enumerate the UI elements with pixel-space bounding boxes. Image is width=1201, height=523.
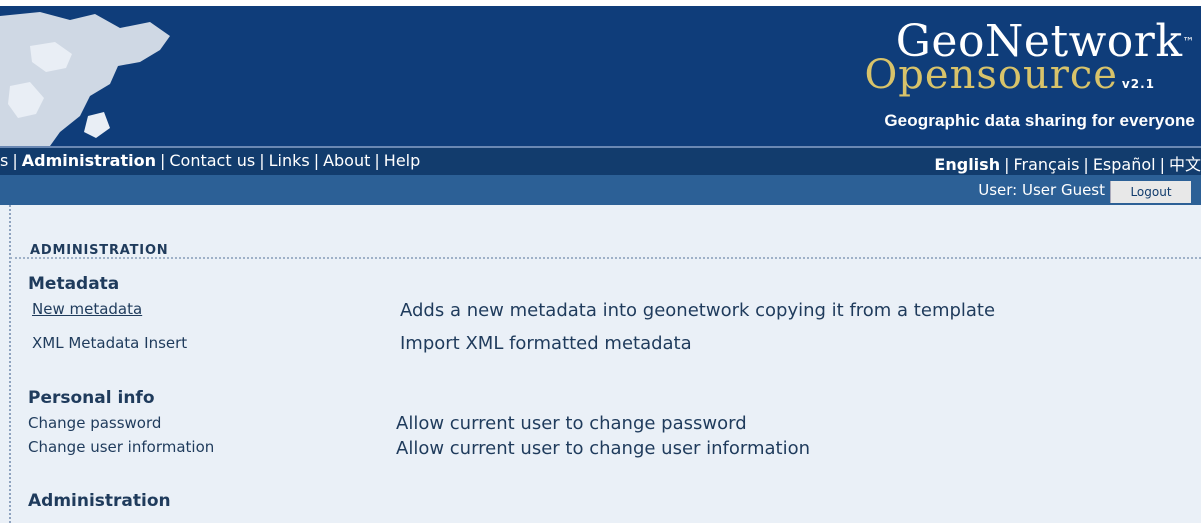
main-content: ADMINISTRATION Metadata New metadata Add… bbox=[0, 205, 1201, 523]
language-chinese[interactable]: 中文 bbox=[1169, 155, 1201, 174]
nav-item-administration[interactable]: Administration bbox=[22, 151, 156, 170]
xml-metadata-insert-description: Import XML formatted metadata bbox=[400, 333, 692, 354]
new-metadata-link[interactable]: New metadata bbox=[32, 300, 142, 318]
change-user-information-link[interactable]: Change user information bbox=[28, 438, 214, 456]
top-navigation: s | Administration | Contact us | Links | About |… bbox=[0, 146, 1201, 175]
nav-item-links[interactable]: Links bbox=[269, 151, 310, 170]
tagline: Geographic data sharing for everyone bbox=[884, 111, 1195, 130]
section-title-administration: Administration bbox=[28, 491, 171, 511]
nav-item-help[interactable]: Help bbox=[384, 151, 420, 170]
horizontal-dotted-divider bbox=[10, 257, 1201, 259]
vertical-dotted-divider bbox=[9, 205, 11, 523]
nav-item-contact-us[interactable]: Contact us bbox=[169, 151, 255, 170]
page-frame: GeoNetwork™ Opensource v2.1 Geographic da… bbox=[0, 0, 1201, 523]
nav-separator: | bbox=[313, 151, 320, 170]
language-separator: | bbox=[1004, 155, 1010, 174]
change-password-link[interactable]: Change password bbox=[28, 414, 161, 432]
nav-separator: | bbox=[259, 151, 265, 170]
nav-separator: | bbox=[159, 151, 166, 170]
language-separator: | bbox=[1083, 155, 1089, 174]
xml-metadata-insert-link[interactable]: XML Metadata Insert bbox=[32, 334, 187, 352]
change-user-information-description: Allow current user to change user inform… bbox=[396, 438, 811, 459]
brand-sub: Opensource v2.1 bbox=[865, 55, 1156, 99]
section-title-metadata: Metadata bbox=[28, 274, 120, 294]
nav-item-about[interactable]: About bbox=[323, 151, 370, 170]
new-metadata-description: Adds a new metadata into geonetwork copy… bbox=[400, 300, 996, 321]
page-title: ADMINISTRATION bbox=[30, 243, 169, 258]
language-menu: English | Français | Español | 中文 bbox=[934, 151, 1201, 175]
nav-separator: | bbox=[12, 151, 18, 170]
language-separator: | bbox=[1159, 155, 1165, 174]
language-english[interactable]: English bbox=[934, 155, 1000, 174]
version-label: v2.1 bbox=[1121, 77, 1155, 91]
current-user-label: User: User Guest bbox=[978, 181, 1105, 199]
brand-sub-text: Opensource bbox=[864, 52, 1118, 98]
nav-item-truncated[interactable]: s bbox=[0, 151, 8, 170]
header-banner: GeoNetwork™ Opensource v2.1 Geographic da… bbox=[0, 6, 1201, 146]
main-menu: s | Administration | Contact us | Links | About |… bbox=[0, 151, 420, 170]
language-french[interactable]: Français bbox=[1013, 155, 1079, 174]
world-map-graphic bbox=[0, 12, 170, 146]
trademark-mark: ™ bbox=[1182, 35, 1195, 49]
brand-block: GeoNetwork™ Opensource v2.1 Geographic da… bbox=[865, 20, 1196, 131]
section-title-personal-info: Personal info bbox=[28, 388, 155, 408]
logout-button[interactable]: Logout bbox=[1110, 181, 1191, 203]
language-spanish[interactable]: Español bbox=[1093, 155, 1156, 174]
nav-separator: | bbox=[374, 151, 380, 170]
change-password-description: Allow current user to change password bbox=[396, 413, 747, 434]
user-bar: User: User Guest Logout bbox=[0, 175, 1201, 205]
